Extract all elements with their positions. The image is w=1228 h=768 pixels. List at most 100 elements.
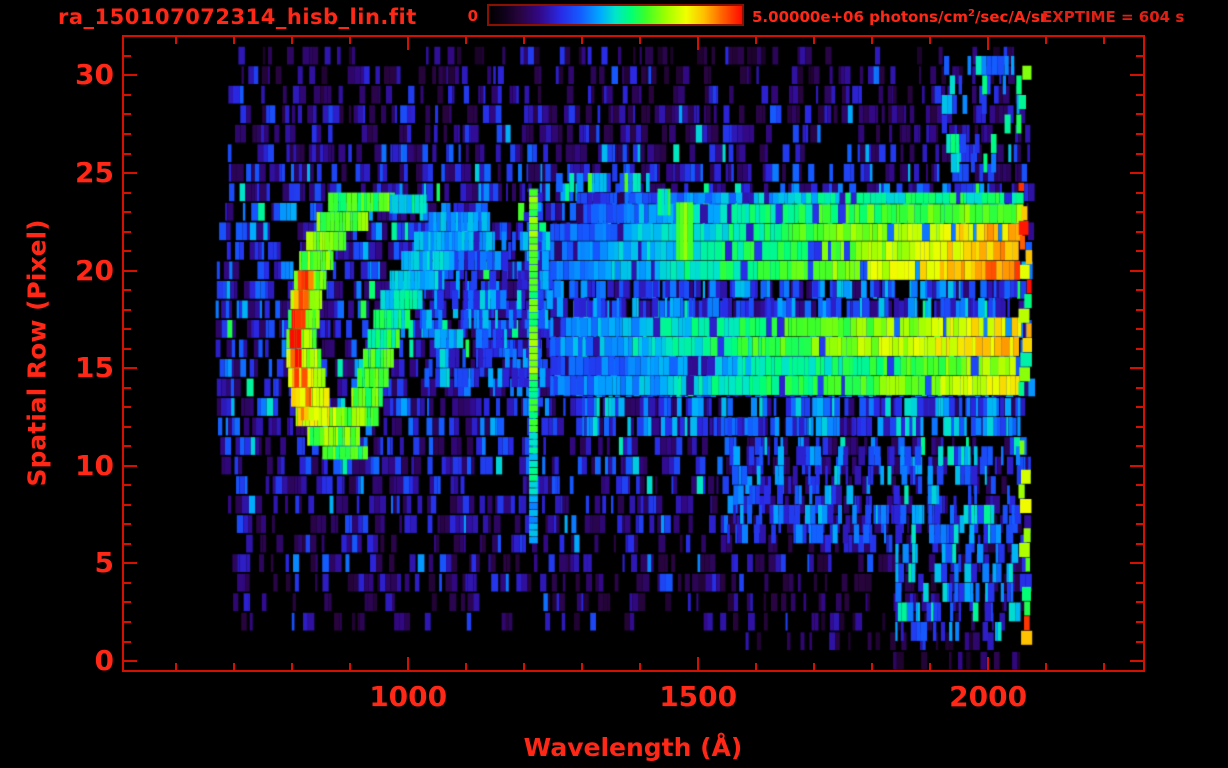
y-axis-tick [124,191,131,194]
x-axis-tick [639,663,642,670]
y-axis-tick [1136,503,1143,506]
y-axis-tick [124,133,131,135]
y-axis-tick [1136,308,1143,311]
x-axis-tick [291,37,294,44]
y-axis-tick [1130,367,1143,370]
x-axis-tick [233,663,236,670]
x-axis-tick [871,663,874,670]
y-axis-tick [124,406,131,409]
x-axis-tick [987,657,990,670]
y-axis-tick [124,172,137,175]
x-axis-tick [523,37,526,44]
x-axis-tick [175,663,178,670]
x-axis-tick [407,657,410,670]
y-axis-tick [1130,562,1143,565]
y-axis-tick [1136,191,1143,194]
colorbar-max-label: 5.00000e+06 photons/cm2/sec/A/sr [752,8,1047,26]
y-axis-tick [1130,172,1143,175]
colorbar-max-superscript: 2 [967,8,975,19]
colorbar-min-label: 0 [467,7,478,25]
x-axis-tick [813,37,816,44]
y-axis-tick [124,152,131,155]
colorbar-max-prefix: 5.00000e+06 photons/cm [752,8,968,26]
x-axis-tick [871,37,874,44]
x-axis-tick [175,37,178,44]
x-tick-label: 1500 [659,680,738,713]
x-axis-tick [291,663,294,670]
y-axis-tick [124,660,137,663]
y-axis-tick [124,581,131,584]
y-axis-tick [124,269,137,272]
y-axis-tick [1136,601,1143,604]
x-axis-tick [1103,37,1106,44]
x-axis-tick [755,37,758,44]
y-axis-tick [124,620,131,623]
y-axis-tick [124,562,137,565]
x-axis-tick [1103,663,1106,670]
plot-frame [122,35,1145,672]
x-axis-tick [407,37,410,50]
x-axis-tick [987,37,990,50]
y-axis-tick [1136,620,1143,623]
x-axis-tick [465,663,468,670]
y-axis-tick [1136,484,1143,487]
x-tick-label: 1000 [369,680,448,713]
y-axis-tick [124,211,131,214]
x-axis-title: Wavelength (Å) [523,733,743,762]
y-axis-tick [1136,406,1143,409]
y-axis-tick [1136,542,1143,545]
x-axis-tick [1045,663,1048,670]
y-axis-tick [124,425,131,428]
y-axis-tick [1136,113,1143,116]
y-axis-tick [124,250,131,253]
y-tick-label: 0 [94,644,114,678]
y-tick-label: 5 [94,546,114,580]
y-axis-tick [124,328,131,331]
y-axis-tick [1130,74,1143,77]
y-axis-tick [1136,425,1143,428]
y-axis-tick [1136,523,1143,526]
y-axis-tick [1136,211,1143,214]
y-axis-tick [124,367,137,370]
x-axis-tick [929,37,932,44]
y-axis-tick [124,464,137,467]
y-axis-tick [1136,93,1143,96]
exptime-label: EXPTIME = 604 s [1042,8,1185,26]
y-axis-tick [1136,152,1143,155]
y-axis-tick [124,523,131,526]
x-axis-tick [755,663,758,670]
y-axis-tick [1130,269,1143,272]
y-axis-tick [124,640,131,643]
y-tick-label: 25 [75,156,114,190]
y-axis-tick [124,74,137,77]
y-axis-tick [1136,581,1143,584]
y-axis-tick [124,54,131,57]
y-tick-label: 30 [75,58,114,92]
y-axis-tick [1136,347,1143,350]
x-axis-tick [581,663,584,670]
y-axis-tick [1136,54,1143,57]
x-axis-tick [813,663,816,670]
y-axis-tick [124,386,131,389]
y-axis-tick [124,503,131,506]
y-axis-tick [1136,445,1143,448]
x-axis-tick [349,663,352,670]
x-tick-label: 2000 [949,680,1028,713]
y-axis-tick [124,113,131,116]
y-axis-tick [124,93,131,96]
y-axis-tick [124,601,131,604]
y-axis-tick [124,445,131,448]
x-axis-tick [581,37,584,44]
y-axis-tick [1136,640,1143,643]
x-axis-tick [1045,37,1048,44]
colorbar-max-suffix: /sec/A/sr [974,8,1048,26]
x-axis-tick [639,37,642,44]
y-axis-tick [1136,386,1143,389]
y-axis-tick [1130,660,1143,663]
y-axis-tick [124,347,131,350]
x-axis-tick [349,37,352,44]
y-axis-title: Spatial Row (Pixel) [22,219,52,487]
y-axis-tick [124,542,131,545]
plot-title: ra_150107072314_hisb_lin.fit [58,5,417,29]
colorbar [487,4,744,26]
